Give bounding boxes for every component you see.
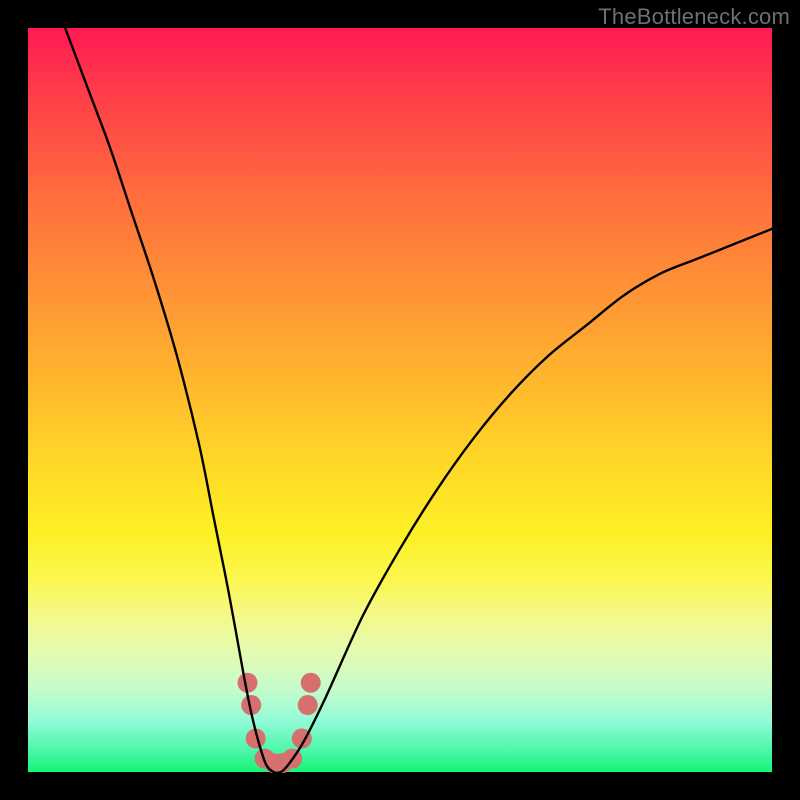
watermark-text: TheBottleneck.com — [598, 4, 790, 30]
highlight-marker-layer — [237, 673, 320, 773]
highlight-dot — [301, 673, 321, 693]
highlight-dot — [298, 695, 318, 715]
bottleneck-curve-path — [65, 28, 772, 773]
chart-plot-area — [28, 28, 772, 772]
bottleneck-curve-svg — [28, 28, 772, 772]
